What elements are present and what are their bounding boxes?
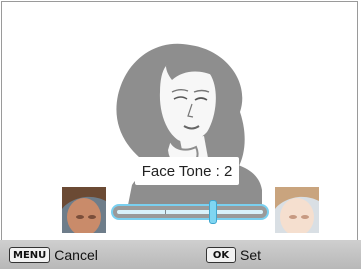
bottom-control-bar: MENU Cancel OK Set <box>0 240 361 269</box>
set-button[interactable]: OK Set <box>206 245 261 265</box>
set-label: Set <box>240 247 262 263</box>
cancel-button[interactable]: MENU Cancel <box>9 245 98 265</box>
slider-tick <box>165 210 166 214</box>
slider-track-inner <box>117 210 263 214</box>
low-tone-preview-thumbnail <box>62 187 106 233</box>
cancel-label: Cancel <box>54 247 98 263</box>
camera-screen: Face Tone : 2 MENU Cancel OK Set <box>0 0 361 269</box>
slider-handle[interactable] <box>209 200 217 224</box>
menu-key-icon: MENU <box>9 247 51 263</box>
high-tone-preview-thumbnail <box>275 187 319 233</box>
face-tone-label: Face Tone : 2 <box>135 157 239 185</box>
ok-key-icon: OK <box>206 247 236 263</box>
face-tone-slider[interactable] <box>113 200 267 224</box>
